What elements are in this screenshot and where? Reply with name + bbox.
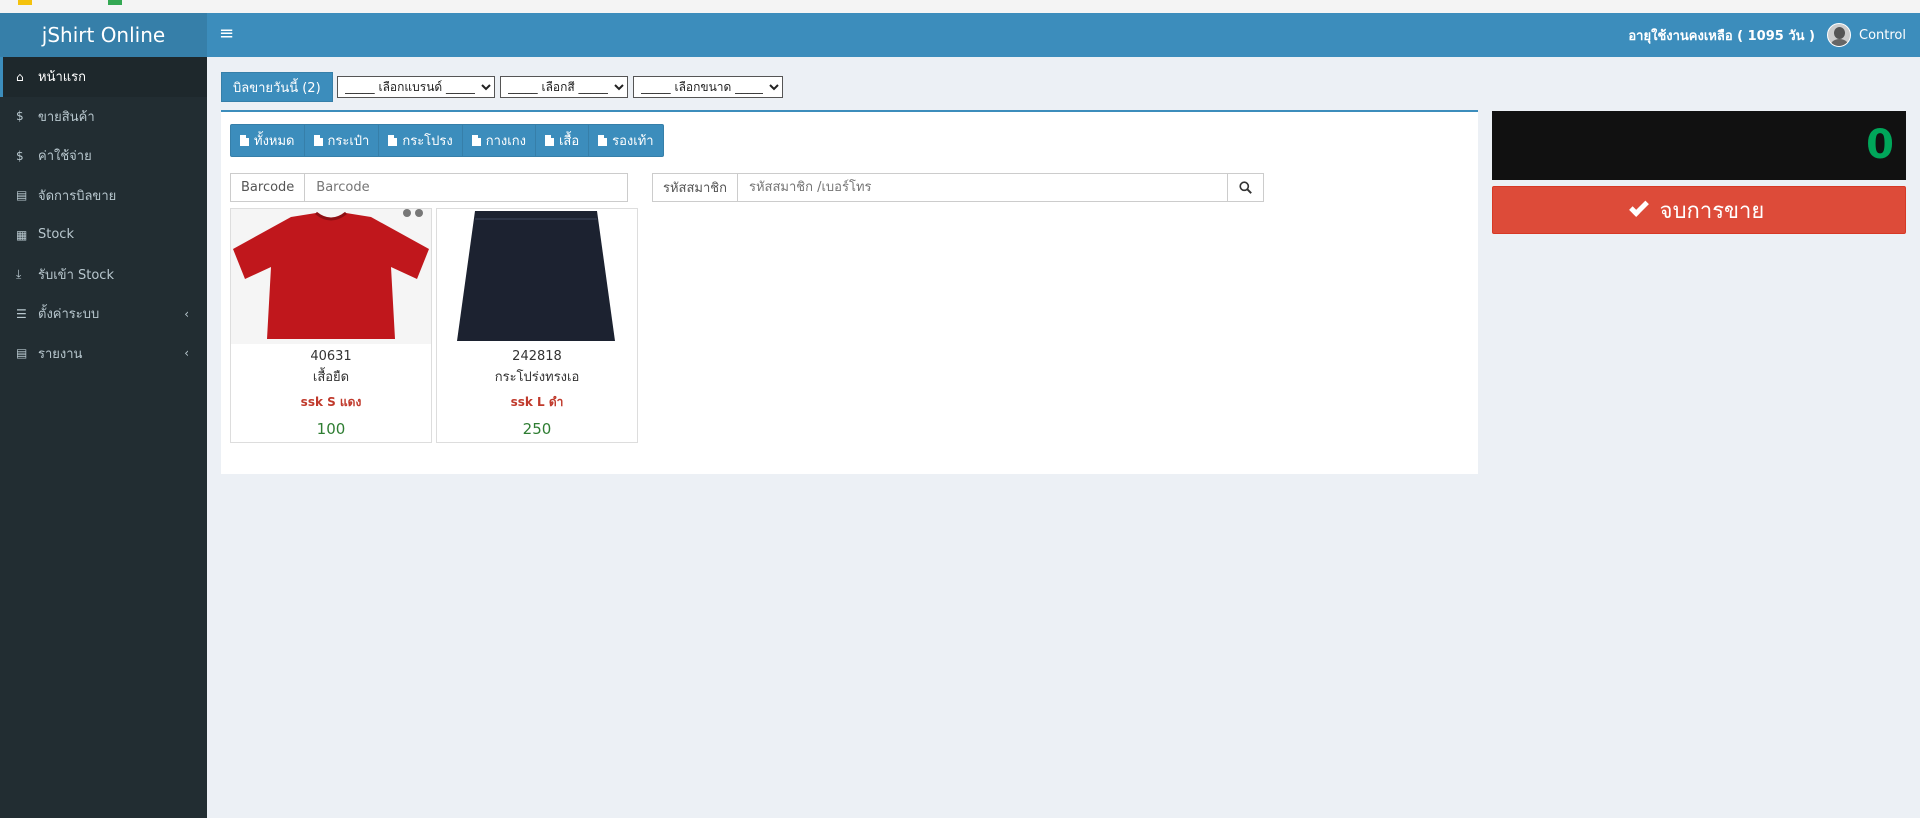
category-tabs: ทั้งหมด กระเป๋า กระโปรง กางเกง เสื้อ รอง…	[230, 124, 664, 157]
file-icon: ▤	[16, 188, 28, 203]
tab-shirts[interactable]: เสื้อ	[536, 125, 590, 156]
file-icon	[240, 135, 249, 146]
top-navbar: ≡ อายุใช้งานคงเหลือ ( 1095 วัน ) Control	[207, 13, 1920, 57]
dollar-icon: $	[16, 148, 24, 163]
product-grid: 40631 เสื้อยืด ssk S แดง 100 242818 กระโ…	[230, 208, 642, 443]
product-image-tshirt	[231, 209, 431, 344]
tasks-icon: ☰	[16, 306, 27, 321]
product-name: กระโปร่งทรงเอ	[494, 370, 580, 385]
barcode-input[interactable]	[305, 173, 629, 202]
sidebar-item-settings[interactable]: ☰ ตั้งค่าระบบ ‹	[0, 294, 207, 334]
color-select[interactable]: _____ เลือกสี _____	[499, 76, 628, 98]
member-input[interactable]	[737, 173, 1228, 202]
search-icon	[1239, 181, 1252, 194]
today-bills-button[interactable]: บิลขายวันนี้ (2)	[221, 72, 333, 102]
sidebar-item-label: ขายสินค้า	[38, 109, 95, 125]
product-panel: ทั้งหมด กระเป๋า กระโปรง กางเกง เสื้อ รอง…	[221, 110, 1478, 474]
member-search-button[interactable]	[1227, 173, 1264, 202]
chevron-left-icon: ‹	[184, 346, 189, 361]
product-variant: ssk S แดง	[300, 395, 362, 409]
brand-select[interactable]: _____ เลือกแบรนด์ _____	[336, 76, 495, 98]
sidebar-item-label: รับเข้า Stock	[38, 267, 114, 283]
tab-label: ทั้งหมด	[254, 134, 295, 149]
barcode-label: Barcode	[230, 173, 306, 202]
product-code: 242818	[512, 349, 562, 364]
chevron-left-icon: ‹	[184, 306, 189, 321]
sidebar-item-receive-stock[interactable]: ⤓ รับเข้า Stock	[0, 255, 207, 295]
download-icon: ⤓	[16, 266, 22, 281]
home-icon: ⌂	[16, 69, 24, 84]
sidebar-item-label: ค่าใช้จ่าย	[38, 149, 92, 165]
browser-bookmark-strip	[0, 0, 1920, 13]
tab-label: กางเกง	[485, 134, 526, 149]
tshirt-image	[233, 209, 429, 339]
member-label: รหัสสมาชิก	[652, 173, 738, 202]
tab-label: เสื้อ	[558, 134, 580, 149]
tab-label: กระเป๋า	[327, 134, 370, 149]
total-display: 0	[1492, 111, 1906, 180]
sidebar-item-label: ตั้งค่าระบบ	[38, 307, 100, 323]
sidebar-item-reports[interactable]: ▤ รายงาน ‹	[0, 334, 207, 374]
sidebar-item-expenses[interactable]: $ ค่าใช้จ่าย	[0, 136, 207, 176]
list-icon: ▦	[16, 227, 28, 242]
dollar-icon: $	[16, 109, 24, 124]
sidebar-item-bills[interactable]: ▤ จัดการบิลขาย	[0, 176, 207, 216]
sidebar-item-stock[interactable]: ▦ Stock	[0, 215, 207, 255]
size-select[interactable]: _____ เลือกขนาด _____	[632, 76, 783, 98]
file-icon	[471, 135, 481, 146]
tab-pants[interactable]: กางเกง	[463, 125, 536, 156]
file-icon: ▤	[16, 346, 28, 361]
sidebar: jShirt Online ⌂ หน้าแรก $ ขายสินค้า $ ค่…	[0, 13, 207, 818]
skirt-image	[457, 211, 615, 341]
sidebar-item-sell[interactable]: $ ขายสินค้า	[0, 97, 207, 137]
file-icon	[313, 135, 323, 146]
tab-bags[interactable]: กระเป๋า	[305, 125, 380, 156]
tab-label: กระโปรง	[402, 134, 453, 149]
product-price: 250	[522, 420, 552, 438]
license-remaining: อายุใช้งานคงเหลือ ( 1095 วัน )	[1628, 28, 1815, 44]
sidebar-item-label: Stock	[38, 227, 74, 243]
filter-bar: บิลขายวันนี้ (2) _____ เลือกแบรนด์ _____…	[221, 72, 788, 102]
file-icon	[598, 135, 608, 146]
tab-skirts[interactable]: กระโปรง	[379, 125, 463, 156]
menu-toggle-icon[interactable]: ≡	[219, 23, 234, 44]
avatar[interactable]	[1827, 23, 1851, 47]
product-card[interactable]: 40631 เสื้อยืด ssk S แดง 100	[230, 208, 432, 443]
tab-shoes[interactable]: รองเท้า	[589, 125, 662, 156]
sidebar-item-label: จัดการบิลขาย	[38, 188, 117, 204]
sidebar-menu: ⌂ หน้าแรก $ ขายสินค้า $ ค่าใช้จ่าย ▤ จัด…	[0, 57, 207, 373]
sidebar-item-label: รายงาน	[38, 346, 83, 362]
finish-sale-button[interactable]: จบการขาย	[1492, 186, 1906, 234]
file-icon	[544, 135, 554, 146]
product-name: เสื้อยืด	[312, 370, 350, 385]
product-code: 40631	[310, 349, 352, 364]
product-variant: ssk L ดำ	[510, 395, 564, 409]
member-group: รหัสสมาชิก	[652, 173, 1264, 202]
product-image-skirt	[437, 209, 637, 344]
sidebar-item-home[interactable]: ⌂ หน้าแรก	[0, 57, 207, 97]
product-card[interactable]: 242818 กระโปร่งทรงเอ ssk L ดำ 250	[436, 208, 638, 443]
navbar-right: อายุใช้งานคงเหลือ ( 1095 วัน ) Control	[1628, 13, 1906, 57]
sidebar-item-label: หน้าแรก	[38, 70, 86, 86]
check-icon	[1628, 197, 1649, 217]
tab-label: รองเท้า	[612, 134, 654, 149]
tab-all[interactable]: ทั้งหมด	[231, 125, 305, 156]
product-price: 100	[316, 420, 346, 438]
finish-sale-label: จบการขาย	[1659, 198, 1765, 224]
file-icon	[388, 135, 398, 146]
barcode-group: Barcode	[230, 173, 629, 202]
brand-logo[interactable]: jShirt Online	[0, 13, 207, 57]
user-menu[interactable]: Control	[1859, 28, 1906, 43]
